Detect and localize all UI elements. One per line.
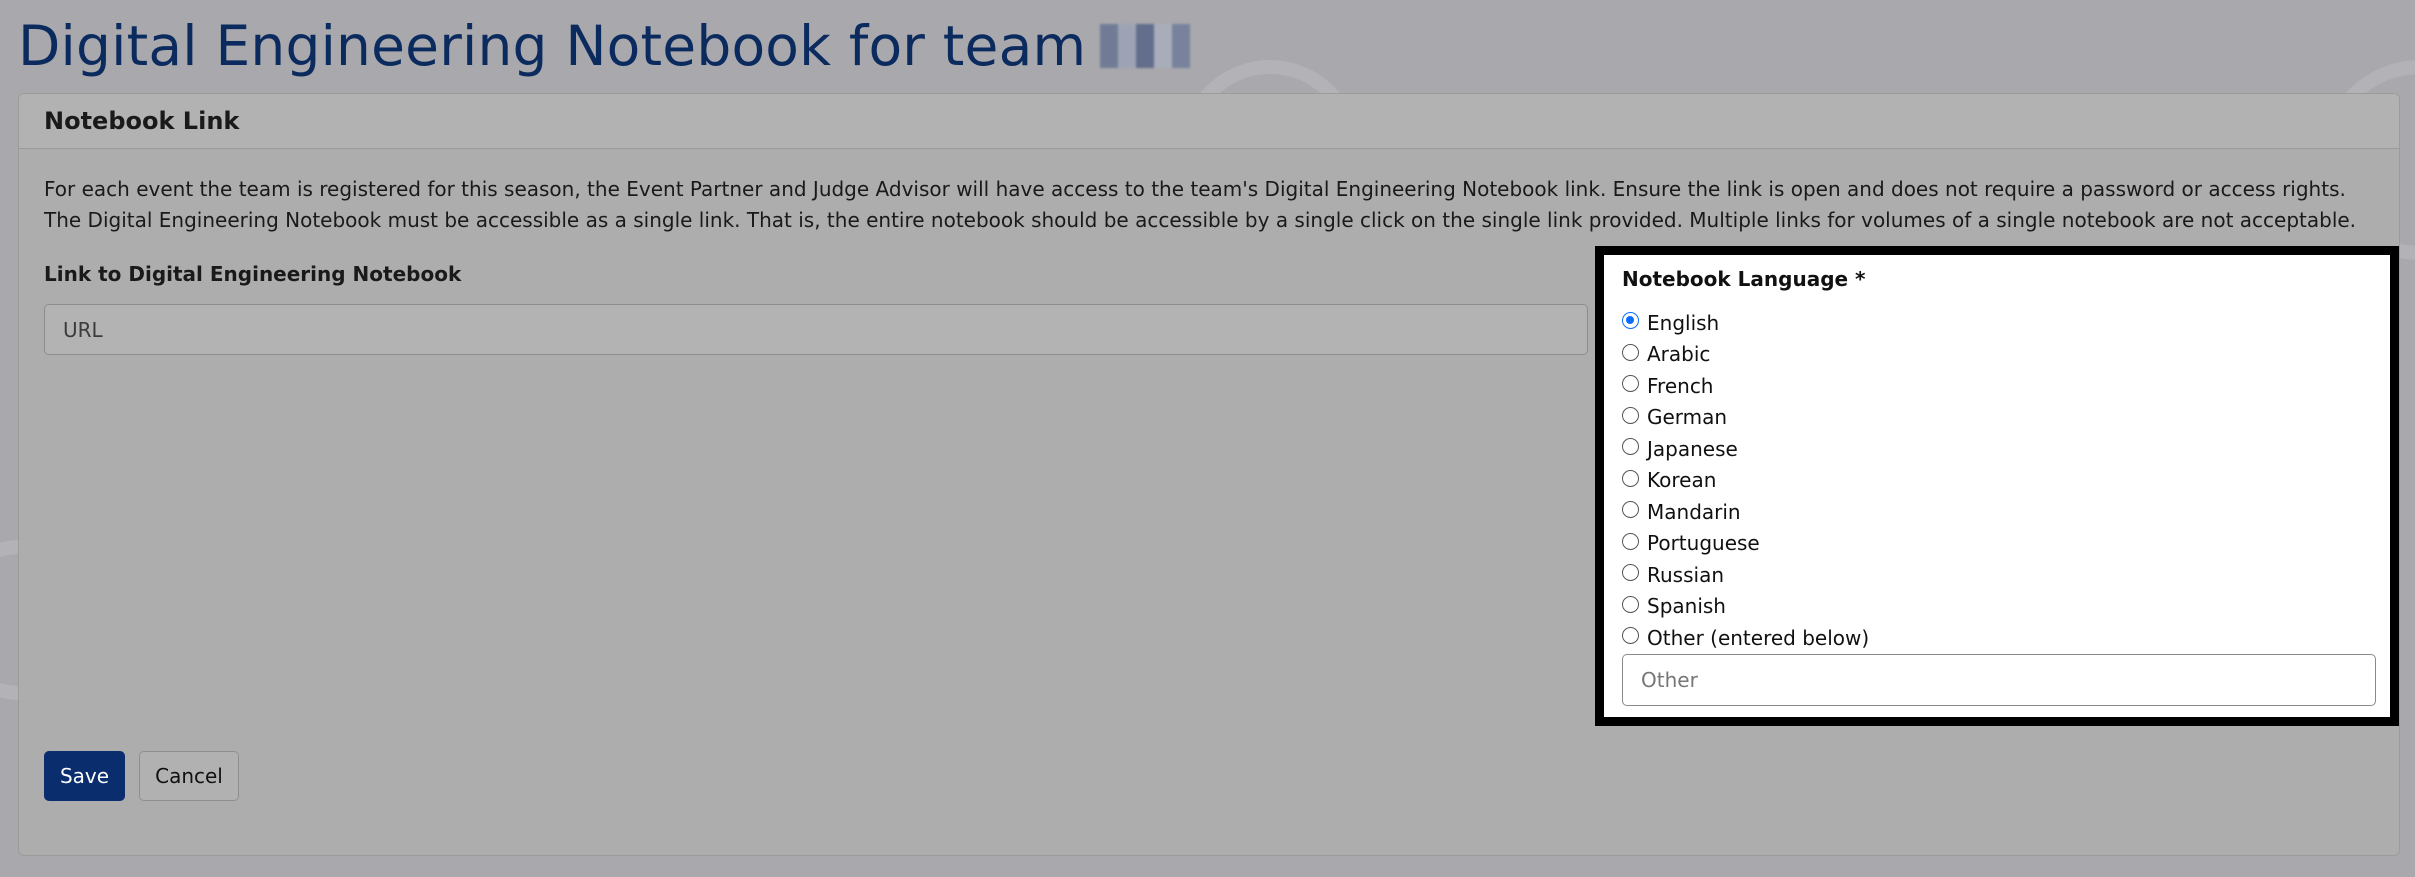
language-option-label: Russian	[1647, 562, 1725, 587]
language-option[interactable]: Japanese	[1622, 433, 1869, 465]
language-option[interactable]: Other (entered below)	[1622, 622, 1869, 654]
radio-button[interactable]	[1622, 343, 1639, 361]
radio-button[interactable]	[1622, 375, 1639, 393]
radio-button[interactable]	[1622, 595, 1639, 613]
language-option[interactable]: Russian	[1622, 559, 1869, 591]
language-option[interactable]: Portuguese	[1622, 528, 1869, 560]
notebook-link-card: Notebook Link For each event the team is…	[18, 93, 2400, 856]
language-option[interactable]: French	[1622, 370, 1869, 402]
cancel-button[interactable]: Cancel	[139, 751, 239, 801]
language-option-label: Spanish	[1647, 594, 1726, 619]
intro-line-1: For each event the team is registered fo…	[44, 177, 2346, 201]
language-option-label: Mandarin	[1647, 499, 1741, 524]
language-option-label: Arabic	[1647, 342, 1711, 367]
radio-button[interactable]	[1622, 469, 1639, 487]
language-option-label: Japanese	[1647, 436, 1738, 461]
card-header: Notebook Link	[19, 94, 2399, 149]
language-option[interactable]: English	[1622, 307, 1869, 339]
language-option[interactable]: Mandarin	[1622, 496, 1869, 528]
language-option[interactable]: Spanish	[1622, 591, 1869, 623]
intro-line-2: The Digital Engineering Notebook must be…	[44, 208, 2357, 232]
page-title-row: Digital Engineering Notebook for team	[18, 14, 1191, 78]
notebook-url-input[interactable]	[44, 304, 1588, 355]
language-option-label: Korean	[1647, 468, 1717, 493]
page-title: Digital Engineering Notebook for team	[18, 14, 1087, 78]
radio-button[interactable]	[1622, 406, 1639, 424]
radio-button[interactable]	[1622, 532, 1639, 550]
other-language-input[interactable]	[1622, 654, 2376, 706]
intro-text: For each event the team is registered fo…	[44, 174, 2356, 236]
language-option-label: Portuguese	[1647, 531, 1760, 556]
language-option-label: English	[1647, 310, 1720, 335]
team-number-redacted	[1100, 24, 1191, 68]
language-option-label: Other (entered below)	[1647, 625, 1870, 650]
notebook-language-panel: Notebook Language * English Arabic French G…	[1595, 246, 2399, 726]
radio-button[interactable]	[1622, 312, 1639, 330]
language-option-label: French	[1647, 373, 1714, 398]
radio-button[interactable]	[1622, 438, 1639, 456]
language-option[interactable]: Korean	[1622, 465, 1869, 497]
radio-button[interactable]	[1622, 627, 1639, 645]
language-radio-group: English Arabic French German Japanese Korean M…	[1622, 307, 1869, 654]
save-button[interactable]: Save	[44, 751, 125, 801]
radio-button[interactable]	[1622, 501, 1639, 519]
language-option[interactable]: German	[1622, 402, 1869, 434]
language-option-label: German	[1647, 405, 1728, 430]
notebook-language-label: Notebook Language *	[1622, 267, 1866, 291]
radio-button[interactable]	[1622, 564, 1639, 582]
notebook-link-label: Link to Digital Engineering Notebook	[44, 262, 462, 286]
card-title: Notebook Link	[44, 107, 240, 135]
language-option[interactable]: Arabic	[1622, 339, 1869, 371]
